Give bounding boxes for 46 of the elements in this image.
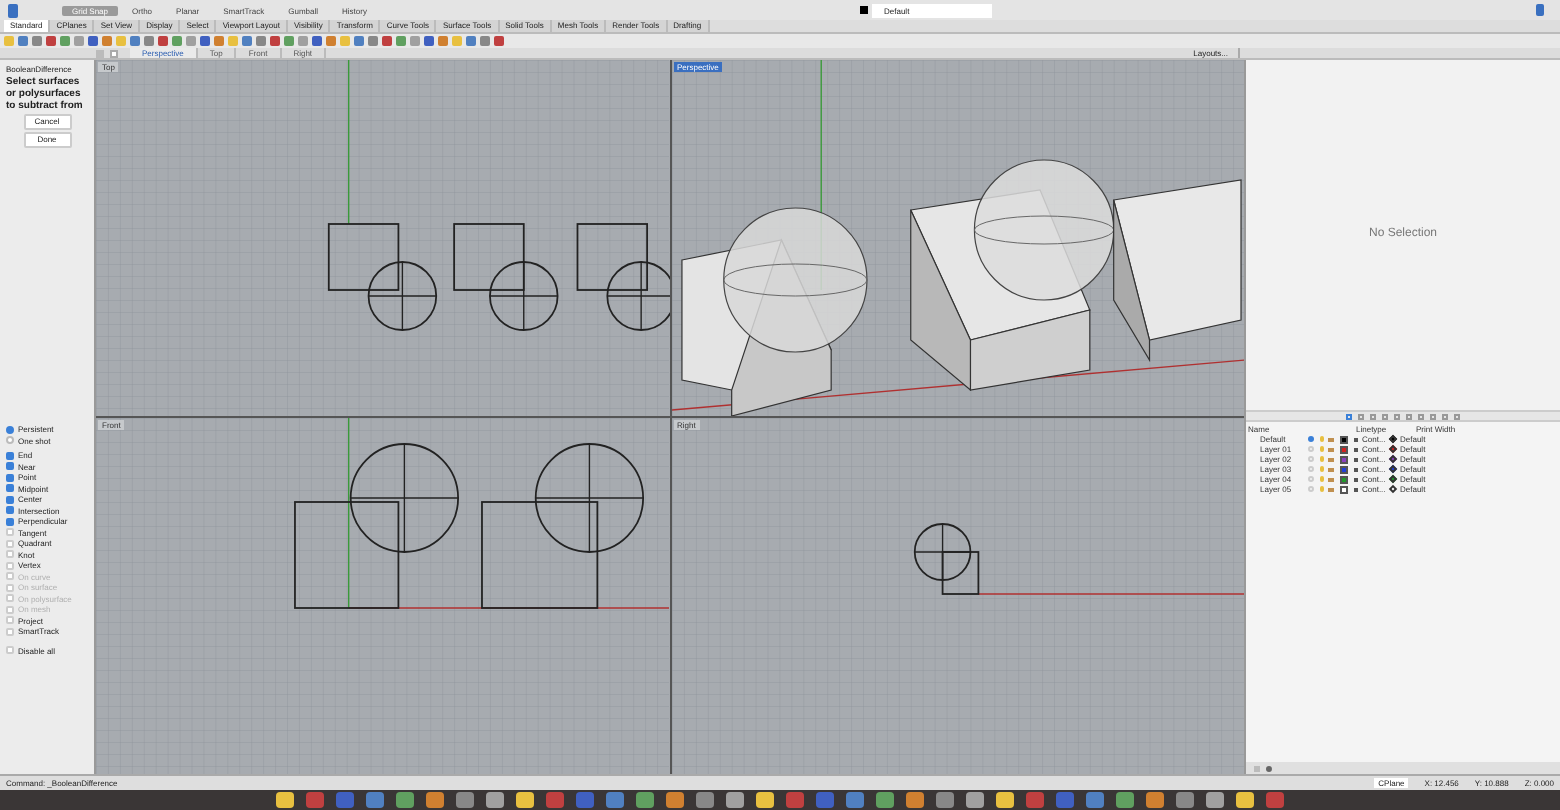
circle-drawing [534, 443, 645, 553]
checkbox[interactable] [6, 616, 14, 624]
checkbox[interactable] [6, 528, 14, 536]
panel-icon[interactable] [1536, 4, 1544, 16]
square-drawing [327, 223, 400, 291]
square-drawing [481, 501, 599, 609]
checkbox[interactable] [6, 462, 14, 470]
current-layer-marker[interactable] [1308, 486, 1314, 492]
layer-color-swatch[interactable] [1340, 435, 1348, 443]
checkbox[interactable] [6, 539, 14, 547]
checkbox[interactable] [6, 646, 14, 654]
checkbox[interactable] [6, 561, 14, 569]
current-layer-marker[interactable] [1308, 476, 1314, 482]
checkbox[interactable] [6, 484, 14, 492]
layer-color-swatch [860, 6, 868, 14]
checkbox[interactable] [6, 451, 14, 459]
current-layer-marker[interactable] [1308, 446, 1314, 452]
app-icon [8, 3, 18, 17]
circle-drawing [606, 261, 669, 331]
checkbox[interactable] [6, 550, 14, 558]
radio-button[interactable] [6, 436, 14, 444]
layer-color-swatch[interactable] [1340, 465, 1348, 473]
layer-color-swatch[interactable] [1340, 475, 1348, 483]
square-drawing [576, 223, 648, 291]
checkbox[interactable] [6, 517, 14, 525]
layer-color-swatch[interactable] [1340, 455, 1348, 463]
checkbox[interactable] [6, 495, 14, 503]
layer-color-swatch[interactable] [1340, 485, 1348, 493]
square-drawing [940, 551, 979, 595]
square-drawing [453, 223, 525, 291]
circle-drawing [367, 261, 438, 331]
checkbox[interactable] [6, 506, 14, 514]
square-drawing [294, 501, 400, 609]
checkbox[interactable] [6, 627, 14, 635]
circle-drawing [489, 261, 559, 331]
current-layer-marker[interactable] [1308, 466, 1314, 472]
sphere-drawing [972, 159, 1114, 301]
current-layer-marker[interactable] [1308, 436, 1314, 442]
radio-button[interactable] [6, 425, 14, 433]
layer-color-swatch[interactable] [1340, 445, 1348, 453]
current-layer-marker[interactable] [1308, 456, 1314, 462]
add-tab-icon[interactable] [96, 49, 104, 57]
tab-menu-icon[interactable] [110, 49, 118, 57]
circle-drawing [349, 443, 459, 553]
circle-drawing [912, 523, 971, 581]
checkbox[interactable] [6, 473, 14, 481]
